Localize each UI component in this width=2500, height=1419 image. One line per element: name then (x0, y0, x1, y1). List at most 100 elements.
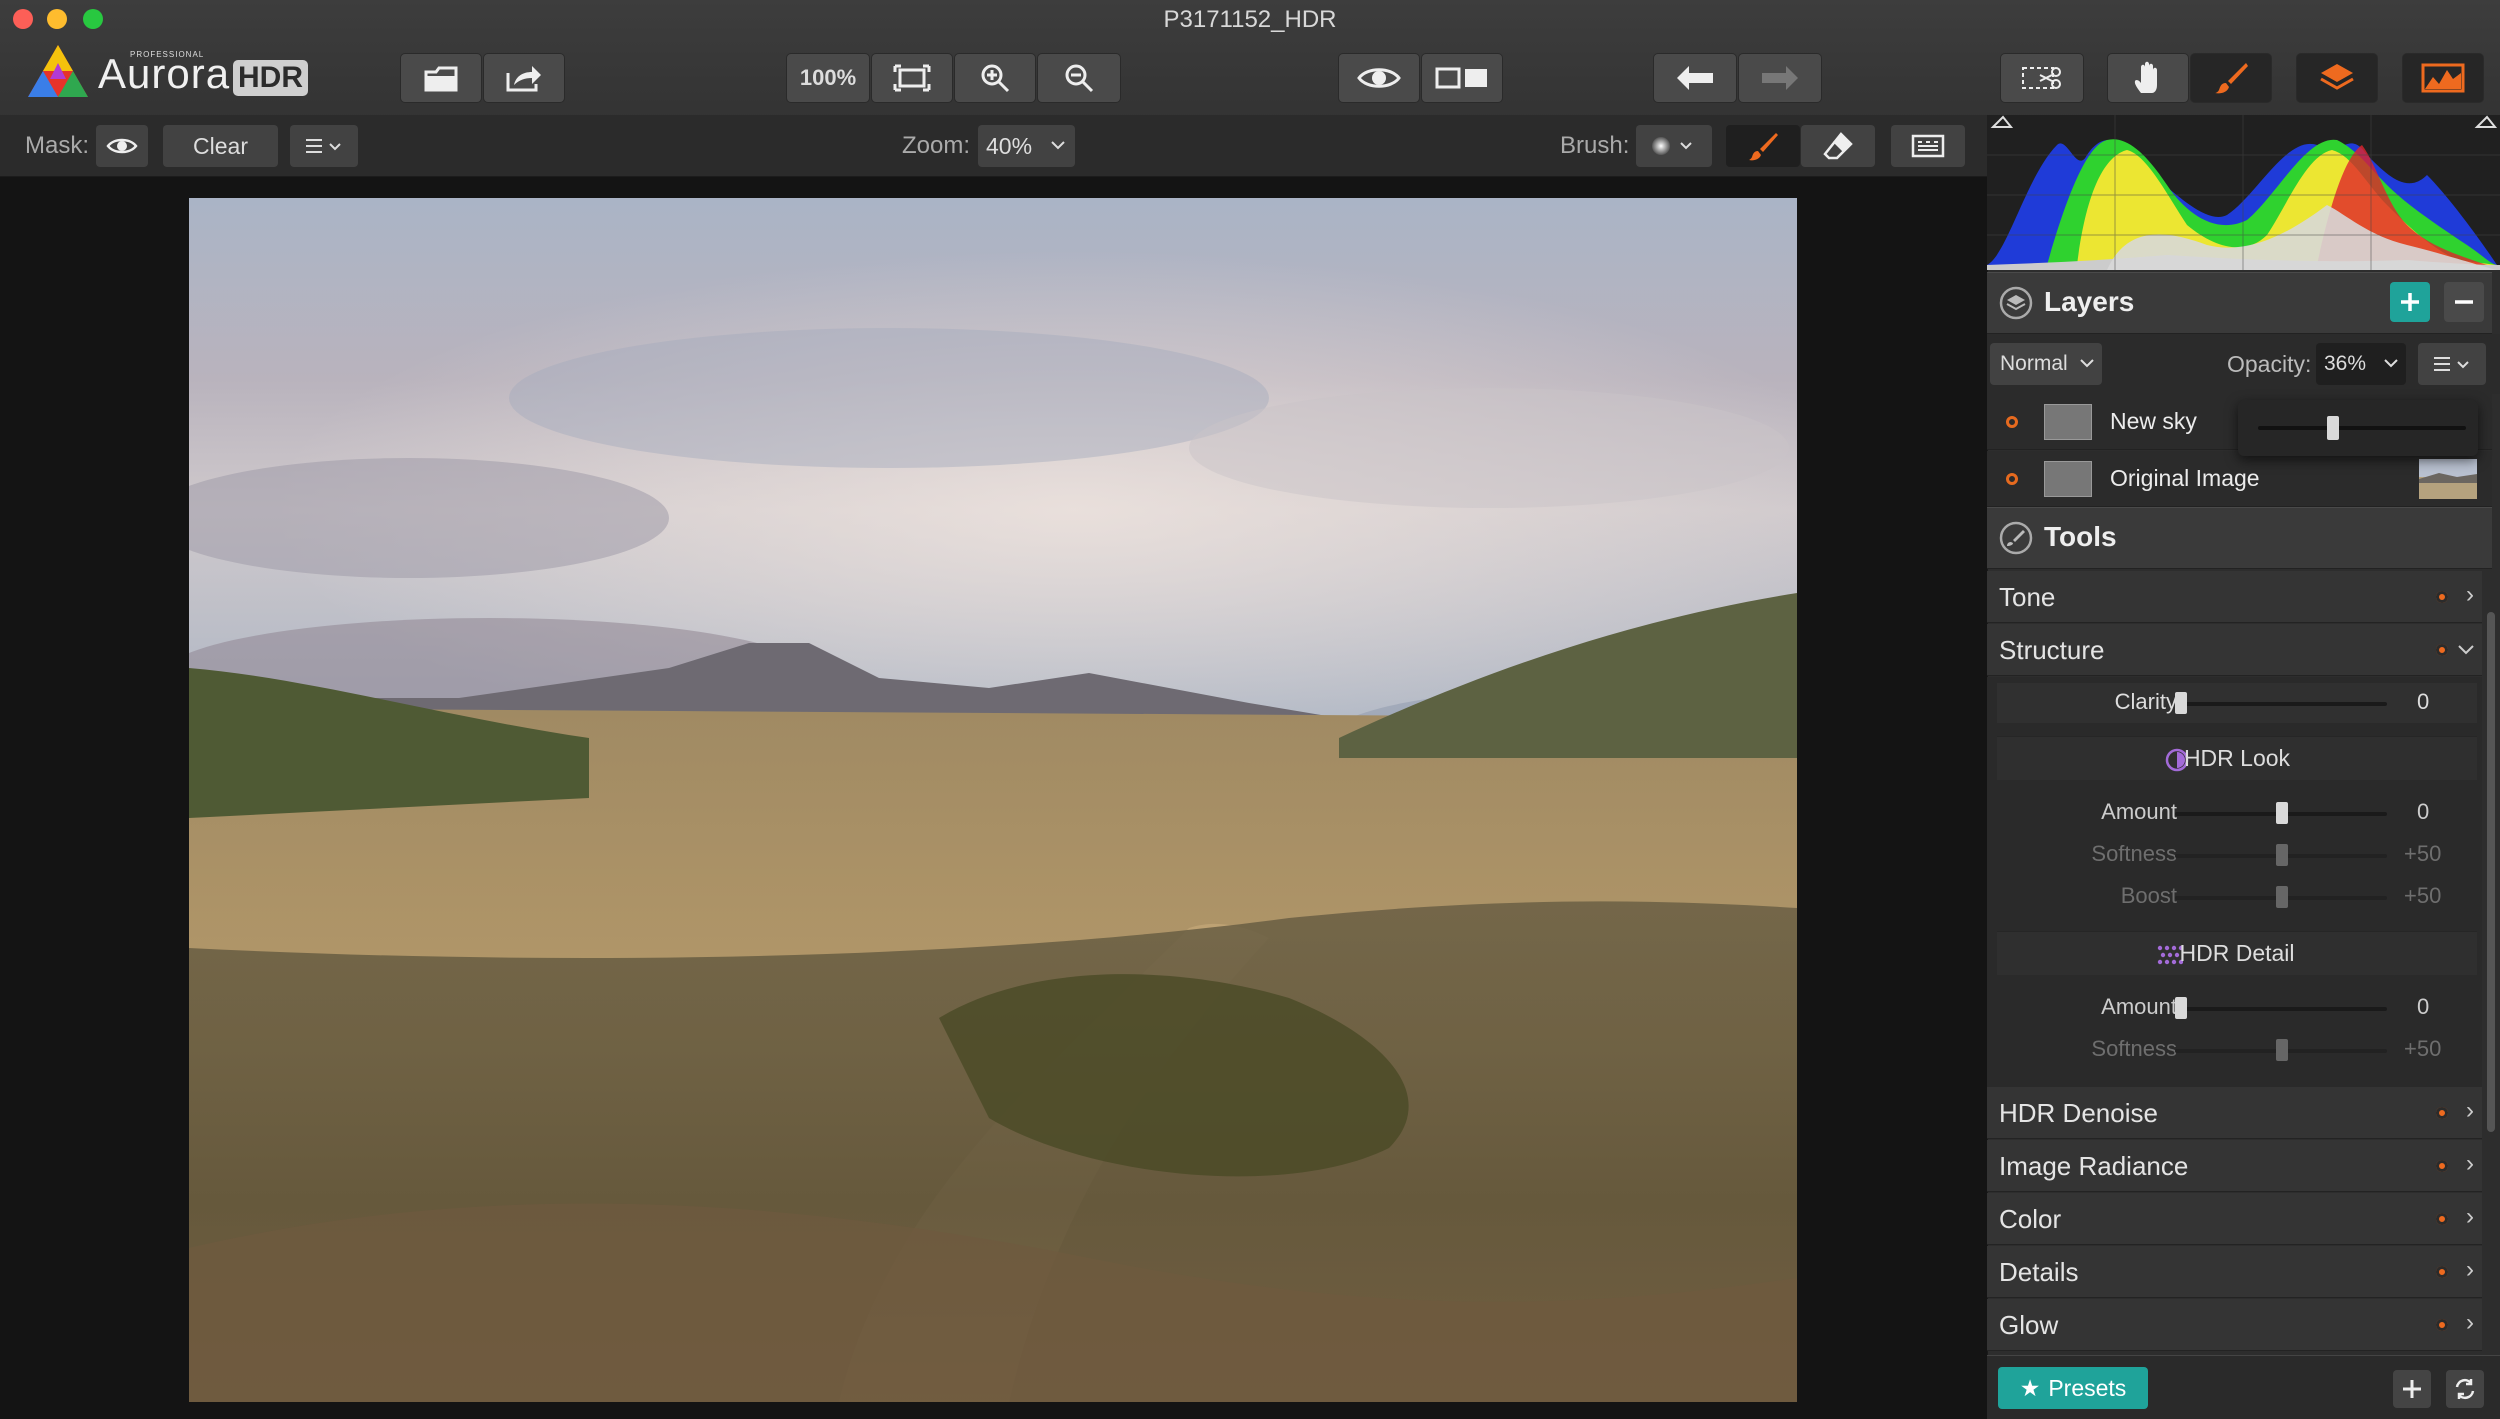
slider-knob[interactable] (2276, 844, 2288, 866)
tools-panel-header[interactable]: Tools (1987, 507, 2492, 569)
brush-settings-button[interactable] (1891, 125, 1965, 167)
layer-visibility-toggle[interactable] (2006, 473, 2018, 485)
chevron-right-icon: › (2466, 1203, 2474, 1230)
refresh-presets-button[interactable] (2446, 1370, 2484, 1408)
tone-section[interactable]: Tone › (1987, 571, 2482, 623)
open-button[interactable] (400, 53, 482, 103)
layer-item[interactable]: Original Image (1987, 451, 2492, 507)
image-radiance-section[interactable]: Image Radiance › (1987, 1140, 2482, 1192)
structure-enable-toggle[interactable] (2436, 644, 2448, 656)
opacity-slider-track[interactable] (2258, 426, 2466, 430)
slider-knob[interactable] (2276, 1039, 2288, 1061)
zoom-out-button[interactable] (1037, 53, 1121, 103)
opacity-slider-knob[interactable] (2326, 416, 2339, 440)
zoom-in-button[interactable] (954, 53, 1036, 103)
softness-label: Softness (2091, 841, 2177, 866)
hdr-look-boost-slider[interactable]: Boost +50 (1997, 877, 2477, 917)
zoom-select[interactable]: 40% (978, 125, 1075, 167)
hdr-detail-amount-slider[interactable]: Amount 0 (1997, 988, 2477, 1028)
boost-label: Boost (2120, 883, 2177, 908)
chevron-down-icon (2080, 359, 2094, 368)
hdr-look-amount-slider[interactable]: Amount 0 (1997, 793, 2477, 833)
photo-canvas[interactable] (189, 198, 1797, 1402)
brush-size-select[interactable] (1636, 125, 1712, 167)
slider-knob[interactable] (2175, 692, 2187, 714)
redo-button[interactable] (1738, 53, 1822, 103)
chevron-down-icon (2384, 359, 2398, 368)
layer-mask-thumbnail (2044, 461, 2092, 497)
crop-button[interactable] (2000, 53, 2084, 103)
zoom-label: Zoom: (902, 132, 971, 159)
zoom-100-button[interactable]: 100% (786, 53, 870, 103)
histogram-button[interactable] (2402, 53, 2484, 103)
brush-icon (2215, 63, 2248, 94)
mask-visibility-button[interactable] (96, 125, 148, 167)
details-section[interactable]: Details › (1987, 1246, 2482, 1298)
color-enable-toggle[interactable] (2436, 1213, 2448, 1225)
slider-knob[interactable] (2276, 802, 2288, 824)
hdr-look-header[interactable]: HDR Look (1997, 736, 2477, 780)
menu-chevron-icon (2434, 357, 2469, 371)
mask-label: Mask: (25, 132, 90, 159)
hdr-detail-title: HDR Detail (2179, 940, 2295, 966)
share-button[interactable] (483, 53, 565, 103)
slider-knob[interactable] (2175, 997, 2187, 1019)
glow-enable-toggle[interactable] (2436, 1319, 2448, 1331)
glow-section[interactable]: Glow › (1987, 1299, 2482, 1351)
softness-value: +50 (2404, 841, 2442, 866)
paint-brush-button[interactable] (1726, 125, 1800, 167)
presets-label: Presets (2048, 1374, 2127, 1401)
layers-title: Layers (2044, 286, 2135, 317)
zoom-in-icon (981, 64, 1010, 93)
structure-section[interactable]: Structure (1987, 624, 2482, 676)
mask-menu-button[interactable] (290, 125, 358, 167)
hdr-denoise-enable-toggle[interactable] (2436, 1107, 2448, 1119)
hdr-denoise-section[interactable]: HDR Denoise › (1987, 1087, 2482, 1139)
slider-knob[interactable] (2276, 886, 2288, 908)
zoom-value: 40% (986, 132, 1033, 159)
image-radiance-enable-toggle[interactable] (2436, 1160, 2448, 1172)
fit-screen-button[interactable] (871, 53, 953, 103)
add-layer-button[interactable] (2390, 282, 2430, 322)
preview-button[interactable] (1338, 53, 1420, 103)
clarity-slider[interactable]: Clarity 0 (1997, 683, 2477, 723)
hand-tool-button[interactable] (2107, 53, 2189, 103)
compare-button[interactable] (1421, 53, 1503, 103)
fit-screen-icon (893, 64, 931, 92)
color-section[interactable]: Color › (1987, 1193, 2482, 1245)
opacity-select[interactable]: 36% (2316, 343, 2406, 385)
presets-button[interactable]: ★ Presets (1998, 1367, 2148, 1409)
details-enable-toggle[interactable] (2436, 1266, 2448, 1278)
crop-scissors-icon (2022, 67, 2061, 89)
layer-menu-button[interactable] (2418, 343, 2486, 385)
brush-tool-button[interactable] (2190, 53, 2272, 103)
redo-arrow-icon (1762, 66, 1798, 90)
layer-visibility-toggle[interactable] (2006, 416, 2018, 428)
remove-layer-button[interactable] (2444, 282, 2484, 322)
blend-mode-select[interactable]: Normal (1990, 343, 2102, 385)
add-preset-button[interactable] (2393, 1370, 2431, 1408)
hdr-look-title: HDR Look (2183, 745, 2291, 771)
eye-icon (106, 138, 138, 154)
hdr-detail-header[interactable]: HDR Detail (1997, 931, 2477, 975)
minus-icon (2455, 300, 2473, 304)
chevron-right-icon: › (2466, 1256, 2474, 1283)
eraser-button[interactable] (1801, 125, 1875, 167)
tools-title: Tools (2044, 521, 2117, 552)
layers-button[interactable] (2296, 53, 2378, 103)
softness-value: +50 (2404, 1036, 2442, 1061)
clear-mask-button[interactable]: Clear (163, 125, 278, 167)
hdr-look-softness-slider[interactable]: Softness +50 (1997, 835, 2477, 875)
undo-button[interactable] (1653, 53, 1737, 103)
zoom-out-icon (1065, 64, 1094, 93)
tone-enable-toggle[interactable] (2436, 591, 2448, 603)
eraser-icon (1823, 132, 1853, 160)
hdr-detail-softness-slider[interactable]: Softness +50 (1997, 1030, 2477, 1070)
tools-scrollbar[interactable] (2487, 612, 2495, 1132)
split-view-icon (1435, 67, 1487, 89)
slider-track[interactable] (2175, 1007, 2387, 1011)
chevron-right-icon: › (2466, 1150, 2474, 1177)
slider-track[interactable] (2175, 702, 2387, 706)
color-label: Color (1999, 1204, 2062, 1234)
amount-value: 0 (2417, 799, 2430, 824)
